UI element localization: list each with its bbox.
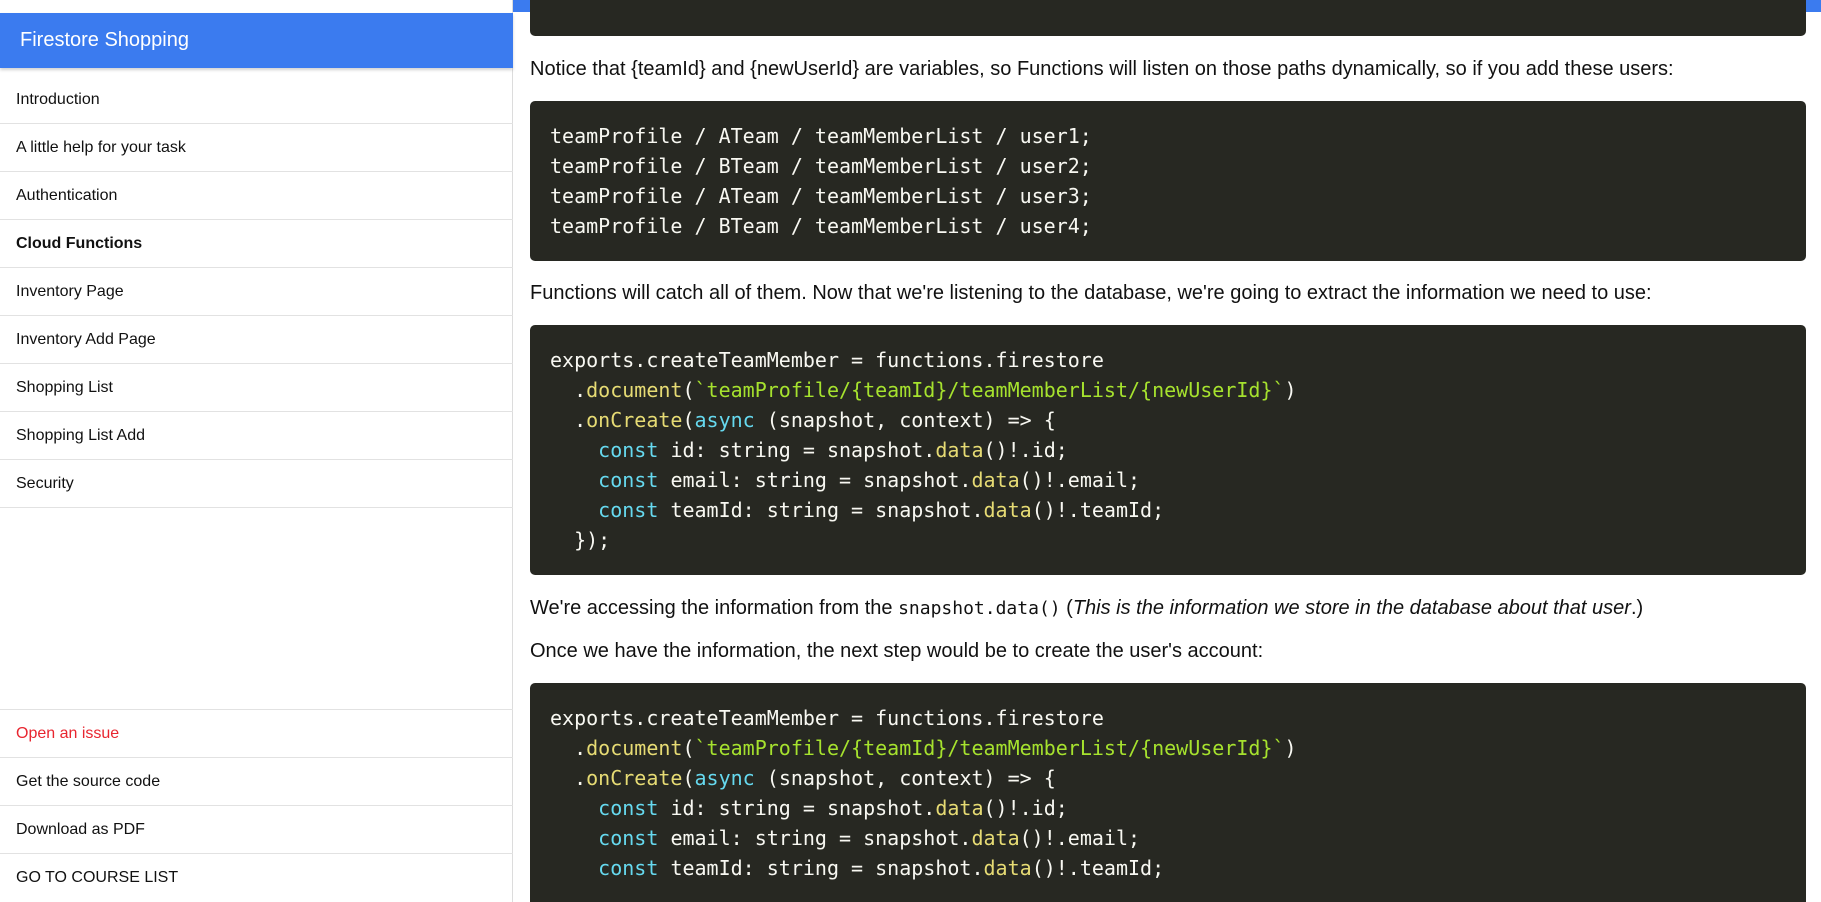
nav-item-security[interactable]: Security — [0, 460, 513, 508]
code-block-extract: exports.createTeamMember = functions.fir… — [530, 325, 1806, 575]
source-code-link[interactable]: Get the source code — [0, 758, 513, 806]
nav-item-inventory-page[interactable]: Inventory Page — [0, 268, 513, 316]
download-pdf-link[interactable]: Download as PDF — [0, 806, 513, 854]
paragraph-next-step: Once we have the information, the next s… — [530, 640, 1264, 662]
inline-code-snapshot-data: snapshot.data() — [898, 598, 1061, 619]
nav-item-cloud-functions[interactable]: Cloud Functions — [0, 220, 513, 268]
course-list-link[interactable]: GO TO COURSE LIST — [0, 854, 513, 902]
open-issue-link[interactable]: Open an issue — [0, 710, 513, 758]
course-title: Firestore Shopping — [20, 29, 189, 51]
lesson-nav: Introduction A little help for your task… — [0, 76, 513, 508]
code-block-partial — [530, 0, 1806, 36]
code-line: teamProfile / ATeam / teamMemberList / u… — [550, 184, 1092, 208]
paragraph-catch-all: Functions will catch all of them. Now th… — [530, 282, 1652, 304]
nav-item-authentication[interactable]: Authentication — [0, 172, 513, 220]
code-line: teamProfile / ATeam / teamMemberList / u… — [550, 124, 1092, 148]
nav-item-shopping-list-add[interactable]: Shopping List Add — [0, 412, 513, 460]
code-line: teamProfile / BTeam / teamMemberList / u… — [550, 154, 1092, 178]
code-block-create-account: exports.createTeamMember = functions.fir… — [530, 683, 1806, 902]
nav-item-introduction[interactable]: Introduction — [0, 76, 513, 124]
paragraph-snapshot-data: We're accessing the information from the… — [530, 597, 1644, 619]
lesson-content: Notice that {teamId} and {newUserId} are… — [513, 0, 1821, 902]
nav-item-inventory-add-page[interactable]: Inventory Add Page — [0, 316, 513, 364]
sidebar-footer: Open an issue Get the source code Downlo… — [0, 709, 513, 902]
sidebar: Firestore Shopping Introduction A little… — [0, 0, 513, 902]
nav-item-shopping-list[interactable]: Shopping List — [0, 364, 513, 412]
nav-item-help[interactable]: A little help for your task — [0, 124, 513, 172]
code-block-paths: teamProfile / ATeam / teamMemberList / u… — [530, 101, 1806, 261]
paragraph-variables: Notice that {teamId} and {newUserId} are… — [530, 58, 1674, 80]
sidebar-header: Firestore Shopping — [0, 13, 513, 68]
code-line: teamProfile / BTeam / teamMemberList / u… — [550, 214, 1092, 238]
